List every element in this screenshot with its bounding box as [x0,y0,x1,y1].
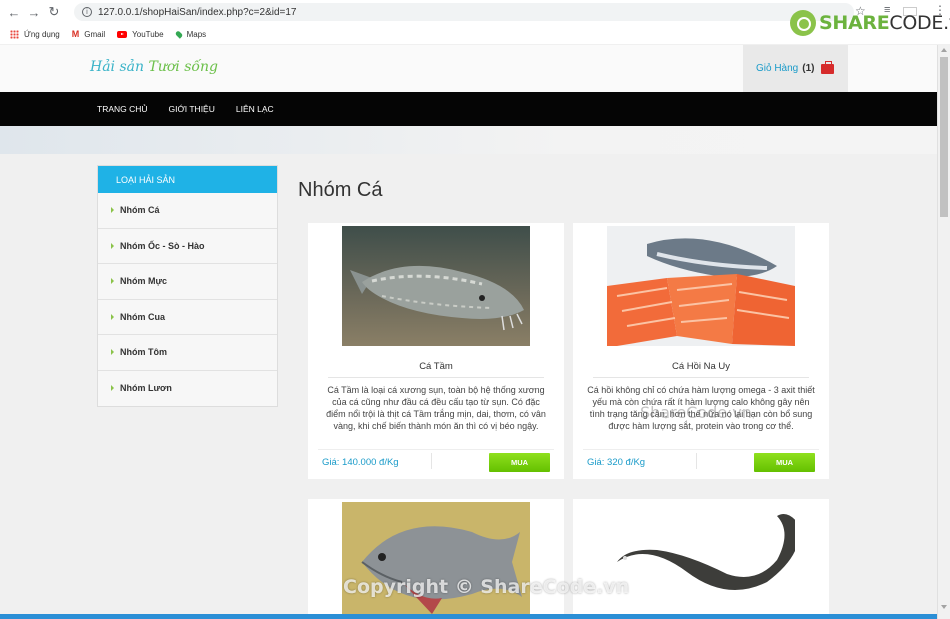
product-image-sturgeon[interactable] [342,226,530,346]
buy-button[interactable]: MUA [754,453,815,472]
back-arrow-icon[interactable]: ← [4,2,24,22]
bookmark-gmail[interactable]: M Gmail [72,29,105,39]
sidebar-item-label: Nhóm Ốc - Sò - Hào [120,240,205,251]
product-name[interactable]: Cá Tầm [308,361,564,372]
arrow-right-icon [111,242,114,249]
page-scrollbar[interactable] [937,45,950,619]
sidebar-item-eel[interactable]: Nhóm Lươn [98,370,277,406]
scroll-thumb[interactable] [940,57,948,217]
apps-icon [10,29,19,39]
product-price: Giá: 140.000 đ/Kg [322,457,399,468]
sharecode-watermark-logo: SHARECODE.vn [790,10,950,36]
bookmark-label: Gmail [84,29,106,39]
forward-arrow-icon[interactable]: → [24,2,44,22]
youtube-icon [117,30,128,38]
address-bar[interactable]: i 127.0.0.1/shopHaiSan/index.php?c=2&id=… [74,3,854,21]
category-sidebar: LOẠI HẢI SẢN Nhóm Cá Nhóm Ốc - Sò - Hào … [97,165,278,407]
arrow-right-icon [111,313,114,320]
scroll-up-arrow-icon[interactable] [941,48,947,52]
product-image-eel[interactable] [607,502,795,619]
sidebar-item-label: Nhóm Lươn [120,383,172,394]
nav-home[interactable]: TRANG CHỦ [97,104,148,114]
bookmark-apps[interactable]: Ứng dụng [10,29,60,39]
bookmark-label: Maps [186,29,207,39]
maps-icon [174,29,183,39]
reload-icon[interactable]: ↻ [44,2,64,22]
sharecode-logo-icon [790,10,816,36]
sidebar-item-shrimp[interactable]: Nhóm Tôm [98,335,277,371]
product-description: Cá Tầm là loại cá xương sụn, toàn bộ hệ … [326,385,546,431]
sidebar-item-label: Nhóm Mực [120,276,168,287]
product-card [573,499,829,619]
arrow-right-icon [111,385,114,392]
taskbar-edge [0,614,937,619]
main-nav: TRANG CHỦ GIỚI THIỆU LIÊN LẠC [0,92,937,126]
product-card [308,499,564,619]
sharecode-logo-code: CODE.vn [889,12,950,34]
site-info-icon[interactable]: i [82,7,92,17]
site-logo-part2: Tươi sống [148,59,218,75]
sidebar-item-snails[interactable]: Nhóm Ốc - Sò - Hào [98,228,277,264]
cart-button[interactable]: Giỏ Hàng (1) [743,45,848,92]
sidebar-item-crab[interactable]: Nhóm Cua [98,299,277,335]
cart-label: Giỏ Hàng [756,63,799,74]
bookmark-maps[interactable]: Maps [174,29,207,39]
hero-strip [0,126,937,154]
product-description: Cá hồi không chỉ có chứa hàm lượng omega… [587,385,815,431]
product-name[interactable]: Cá Hồi Na Uy [573,361,829,372]
sidebar-item-squid[interactable]: Nhóm Mực [98,264,277,300]
sidebar-item-label: Nhóm Tôm [120,347,167,358]
arrow-right-icon [111,278,114,285]
bookmark-youtube[interactable]: YouTube [117,29,164,39]
arrow-right-icon [111,207,114,214]
sidebar-title: LOẠI HẢI SẢN [98,166,277,193]
site-logo-part1: Hải sản [90,59,149,75]
sidebar-item-label: Nhóm Cua [120,311,165,322]
buy-button[interactable]: MUA [489,453,550,472]
scroll-down-arrow-icon[interactable] [941,605,947,609]
bookmark-label: YouTube [132,29,164,39]
nav-contact[interactable]: LIÊN LẠC [236,104,274,114]
product-image-pacu[interactable] [342,502,530,619]
product-card: Cá Tầm Cá Tầm là loại cá xương sụn, toàn… [308,223,564,479]
sharecode-logo-share: SHARE [819,12,890,34]
gmail-icon: M [71,29,80,39]
sidebar-item-fish[interactable]: Nhóm Cá [98,193,277,229]
product-card: Cá Hồi Na Uy Cá hồi không chỉ có chứa hà… [573,223,829,479]
shopping-bag-icon [821,60,835,74]
bookmark-label: Ứng dụng [24,29,60,39]
product-price: Giá: 320 đ/Kg [587,457,646,468]
nav-about[interactable]: GIỚI THIỆU [169,104,215,114]
sidebar-item-label: Nhóm Cá [120,205,160,216]
site-logo[interactable]: Hải sản Tươi sống [90,59,218,75]
page-title: Nhóm Cá [298,179,383,201]
arrow-right-icon [111,349,114,356]
product-image-salmon[interactable] [607,226,795,346]
site-header: Hải sản Tươi sống Giỏ Hàng (1) [0,45,937,92]
url-text: 127.0.0.1/shopHaiSan/index.php?c=2&id=17 [98,6,297,18]
cart-count: (1) [802,63,815,74]
